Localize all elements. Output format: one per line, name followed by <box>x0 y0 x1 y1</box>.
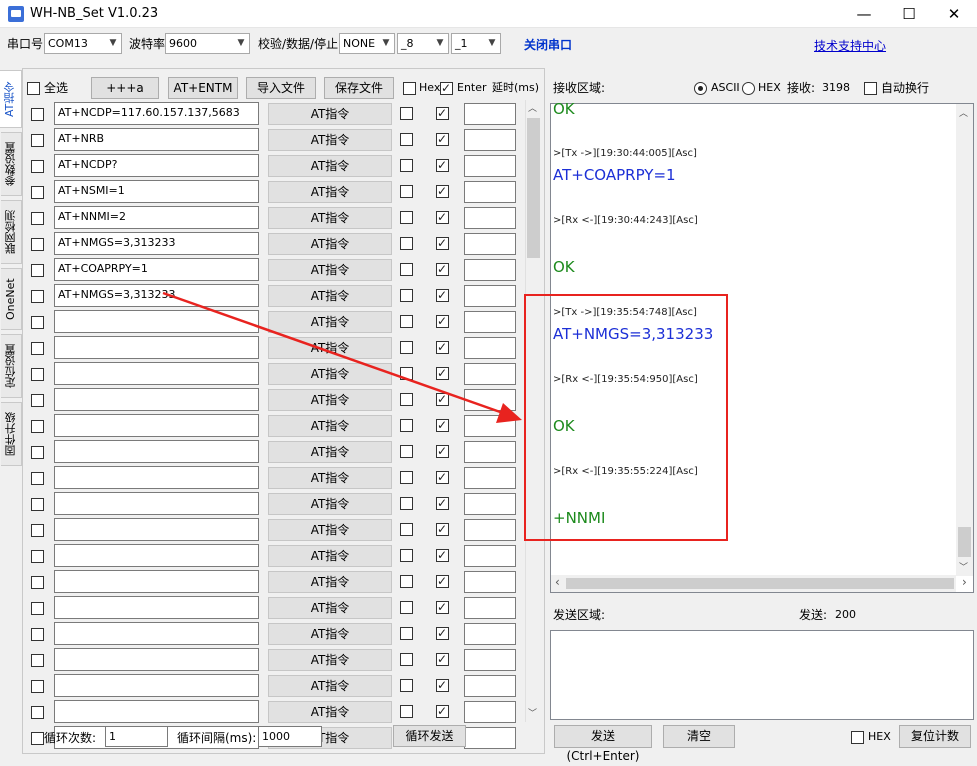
app-window: WH-NB_Set V1.0.23 — ☐ ✕ 串口号 COM13 ▼ 波特率 … <box>0 0 977 763</box>
annotation-arrow <box>162 291 522 423</box>
